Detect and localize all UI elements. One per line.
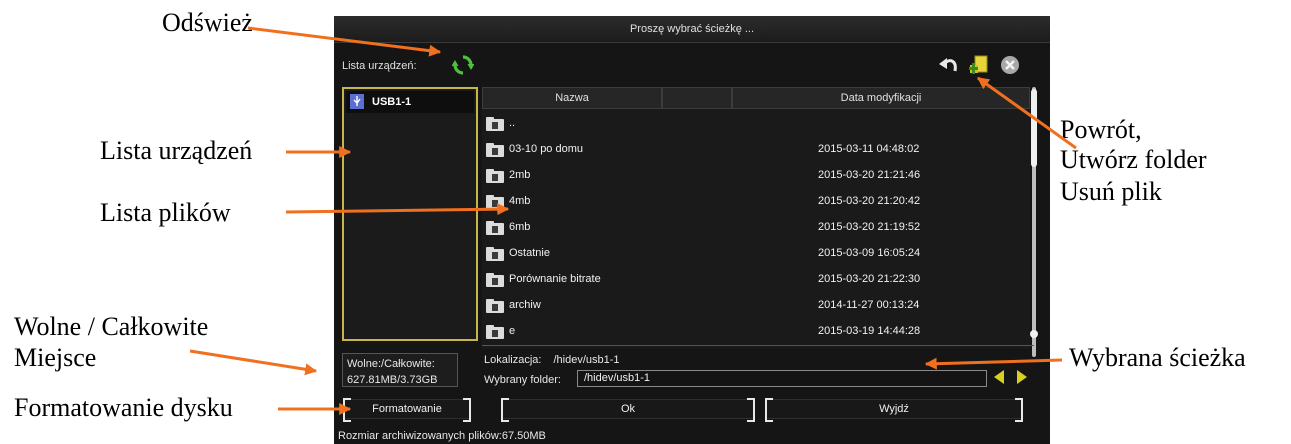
- file-list: Nazwa Data modyfikacji .. 03-10 po domu 20…: [482, 87, 1030, 349]
- file-name: Ostatnie: [509, 247, 550, 259]
- file-row[interactable]: Ostatnie 2015-03-09 16:05:24: [482, 241, 1030, 267]
- file-date: 2015-03-20 21:19:52: [818, 221, 921, 233]
- folder-icon: [486, 221, 504, 235]
- scrollbar-end-handle[interactable]: [1030, 330, 1038, 338]
- file-date: 2015-03-20 21:22:30: [818, 273, 921, 285]
- file-row[interactable]: 6mb 2015-03-20 21:19:52: [482, 215, 1030, 241]
- arrow-left-icon[interactable]: [994, 370, 1004, 384]
- device-item-usb1-1[interactable]: USB1-1: [346, 91, 474, 113]
- file-date: 2014-11-27 00:13:24: [818, 299, 920, 311]
- ok-button[interactable]: Ok: [501, 398, 755, 422]
- dialog-title: Proszę wybrać ścieżkę ...: [334, 16, 1050, 43]
- refresh-icon[interactable]: [452, 54, 474, 76]
- column-header-date[interactable]: Data modyfikacji: [732, 87, 1030, 109]
- folder-icon: [486, 273, 504, 287]
- annotation-free-total-line2: Miejsce: [14, 343, 97, 372]
- folder-icon: [486, 247, 504, 261]
- file-name: e: [509, 325, 516, 337]
- divider: [482, 345, 1034, 346]
- annotation-device-list: Lista urządzeń: [100, 136, 253, 165]
- file-name: ..: [509, 117, 516, 129]
- annotation-free-total-line1: Wolne / Całkowite: [14, 312, 209, 341]
- device-list: USB1-1: [342, 87, 478, 341]
- annotation-refresh: Odśwież: [162, 8, 253, 37]
- selected-folder-input[interactable]: /hidev/usb1-1: [577, 370, 987, 387]
- folder-icon: [486, 143, 504, 157]
- path-select-dialog: Proszę wybrać ścieżkę ... Lista urządzeń…: [334, 16, 1050, 444]
- file-date: 2015-03-11 04:48:02: [818, 143, 920, 155]
- usb-icon: [350, 94, 364, 109]
- annotation-back: Powrót,: [1060, 115, 1142, 144]
- file-row[interactable]: ..: [482, 111, 1030, 137]
- file-name: 6mb: [509, 221, 531, 233]
- file-date: 2015-03-19 14:44:28: [818, 325, 921, 337]
- exit-button[interactable]: Wyjdź: [765, 398, 1023, 422]
- device-item-label: USB1-1: [372, 96, 412, 108]
- file-row[interactable]: archiw 2014-11-27 00:13:24: [482, 293, 1030, 319]
- device-list-label: Lista urządzeń:: [342, 60, 417, 72]
- free-total-value: 627.81MB/3.73GB: [347, 374, 438, 386]
- file-name: archiw: [509, 299, 541, 311]
- file-row[interactable]: 03-10 po domu 2015-03-11 04:48:02: [482, 137, 1030, 163]
- arrow-free-total: [189, 349, 318, 376]
- archive-size-text: Rozmiar archiwizowanych plików:67.50MB: [338, 430, 546, 442]
- file-row[interactable]: 2mb 2015-03-20 21:21:46: [482, 163, 1030, 189]
- free-total-label: Wolne:/Całkowite:: [347, 358, 435, 370]
- folder-icon: [486, 169, 504, 183]
- free-total-box: Wolne:/Całkowite: 627.81MB/3.73GB: [342, 353, 458, 387]
- file-name: Porównanie bitrate: [509, 273, 601, 285]
- file-date: 2015-03-09 16:05:24: [818, 247, 921, 259]
- file-date: 2015-03-20 21:21:46: [818, 169, 921, 181]
- annotation-format-disk: Formatowanie dysku: [14, 393, 233, 422]
- annotation-file-list: Lista plików: [100, 198, 231, 227]
- file-row[interactable]: e 2015-03-19 14:44:28: [482, 319, 1030, 345]
- folder-icon: [486, 195, 504, 209]
- file-name: 03-10 po domu: [509, 143, 583, 155]
- file-name: 2mb: [509, 169, 531, 181]
- new-folder-icon[interactable]: [968, 53, 990, 75]
- file-row[interactable]: Porównanie bitrate 2015-03-20 21:22:30: [482, 267, 1030, 293]
- delete-icon[interactable]: [1000, 55, 1020, 75]
- scrollbar-thumb[interactable]: [1031, 89, 1037, 167]
- file-row[interactable]: 4mb 2015-03-20 21:20:42: [482, 189, 1030, 215]
- annotation-create-folder: Utwórz folder: [1060, 145, 1207, 174]
- location-row: Lokalizacja: /hidev/usb1-1: [484, 354, 620, 366]
- location-value: /hidev/usb1-1: [553, 354, 620, 366]
- location-label: Lokalizacja:: [484, 354, 542, 366]
- folder-icon: [486, 117, 504, 131]
- file-date: 2015-03-20 21:20:42: [818, 195, 921, 207]
- file-name: 4mb: [509, 195, 531, 207]
- annotation-selected-path: Wybrana ścieżka: [1069, 343, 1246, 372]
- selected-folder-label: Wybrany folder:: [484, 374, 561, 386]
- back-icon[interactable]: [939, 56, 959, 74]
- folder-icon: [486, 325, 504, 339]
- arrow-right-icon[interactable]: [1017, 370, 1027, 384]
- folder-icon: [486, 299, 504, 313]
- annotation-delete-file: Usuń plik: [1060, 177, 1162, 206]
- format-button[interactable]: Formatowanie: [343, 398, 471, 422]
- column-header-name[interactable]: Nazwa: [482, 87, 662, 109]
- column-header-blank: [662, 87, 732, 109]
